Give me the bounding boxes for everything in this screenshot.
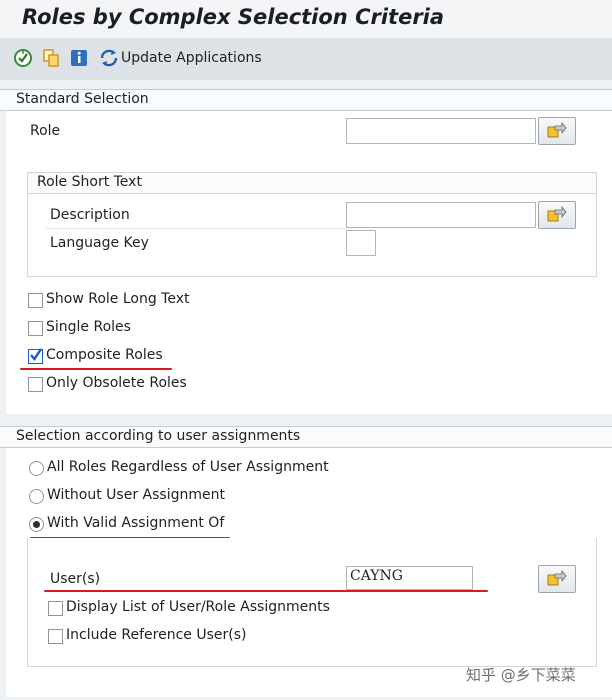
composite-roles-label: Composite Roles [46, 347, 163, 363]
display-list-checkbox[interactable] [48, 601, 63, 616]
include-reference-users-label: Include Reference User(s) [66, 627, 247, 643]
checkmark-icon [30, 348, 43, 361]
role-input[interactable] [346, 118, 536, 144]
users-input[interactable]: CAYNG [346, 566, 473, 590]
arrow-right-icon [547, 122, 567, 138]
role-short-text-title: Role Short Text [37, 174, 142, 190]
watermark: 知乎 @乡下菜菜 [466, 666, 576, 684]
single-roles-label: Single Roles [46, 319, 131, 335]
language-key-label: Language Key [50, 235, 149, 251]
user-assignment-header: Selection according to user assignments [0, 426, 612, 448]
page-title: Roles by Complex Selection Criteria [22, 5, 445, 29]
arrow-right-icon [547, 570, 567, 586]
arrow-right-icon [547, 206, 567, 222]
include-reference-users-checkbox[interactable] [48, 629, 63, 644]
update-applications-button[interactable]: Update Applications [121, 50, 262, 66]
without-assignment-radio[interactable] [29, 489, 44, 504]
with-valid-assignment-radio[interactable] [29, 517, 44, 532]
all-roles-label: All Roles Regardless of User Assignment [47, 459, 329, 475]
role-multiple-selection-button[interactable] [538, 117, 576, 145]
execute-icon[interactable] [13, 48, 33, 68]
description-input[interactable] [346, 202, 536, 228]
show-role-long-text-label: Show Role Long Text [46, 291, 190, 307]
language-key-input[interactable] [346, 230, 376, 256]
all-roles-radio[interactable] [29, 461, 44, 476]
description-label: Description [50, 207, 130, 223]
standard-selection-title: Standard Selection [16, 91, 149, 107]
description-multiple-selection-button[interactable] [538, 201, 576, 229]
display-list-label: Display List of User/Role Assignments [66, 599, 330, 615]
with-valid-assignment-label: With Valid Assignment Of [47, 515, 225, 531]
show-role-long-text-checkbox[interactable] [28, 293, 43, 308]
refresh-icon[interactable] [98, 48, 118, 68]
only-obsolete-roles-checkbox[interactable] [28, 377, 43, 392]
standard-selection-header: Standard Selection [0, 89, 612, 111]
highlight-underline-composite [20, 368, 172, 370]
single-roles-checkbox[interactable] [28, 321, 43, 336]
info-icon[interactable] [69, 48, 89, 68]
copy-icon[interactable] [41, 48, 61, 68]
users-label: User(s) [50, 571, 101, 587]
only-obsolete-roles-label: Only Obsolete Roles [46, 375, 187, 391]
without-assignment-label: Without User Assignment [47, 487, 225, 503]
role-label: Role [30, 123, 61, 139]
highlight-underline-users [44, 590, 488, 592]
user-assignment-title: Selection according to user assignments [16, 428, 301, 444]
role-short-text-header: Role Short Text [28, 173, 596, 194]
users-multiple-selection-button[interactable] [538, 565, 576, 593]
composite-roles-checkbox[interactable] [28, 348, 43, 364]
toolbar [0, 38, 612, 80]
